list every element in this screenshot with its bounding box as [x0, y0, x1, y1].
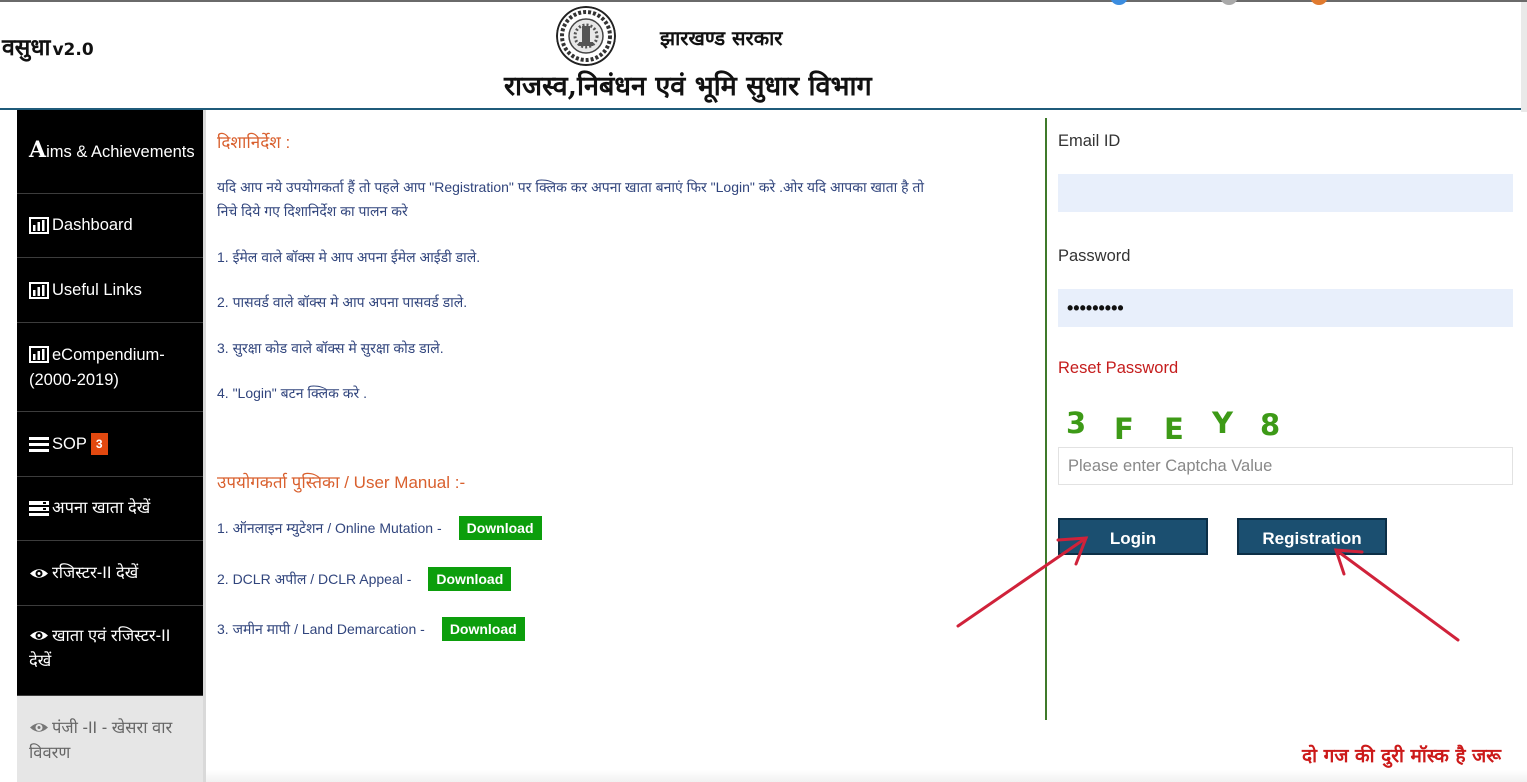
captcha-char: 3 [1066, 406, 1087, 440]
sidebar-border [203, 110, 206, 782]
brand-version: v2.0 [52, 40, 94, 60]
brand-logo[interactable]: वसुधा v2.0 [2, 30, 94, 62]
sidebar-item-register-ii[interactable]: रजिस्टर-II देखें [17, 541, 203, 606]
captcha-char: E [1164, 412, 1184, 446]
guidelines-title: दिशानिर्देश : [217, 133, 291, 152]
department-name: राजस्व,निबंधन एवं भूमि सुधार विभाग [504, 71, 872, 102]
captcha-placeholder: Please enter Captcha Value [1068, 457, 1273, 475]
guideline-step: 4. "Login" बटन क्लिक करे . [217, 385, 368, 401]
email-field[interactable] [1058, 174, 1513, 212]
sidebar: Aims & Achievements Dashboard Useful Lin… [17, 110, 203, 782]
sidebar-item-label: ims & Achievements [46, 143, 195, 161]
sidebar-item-label: Useful Links [52, 280, 142, 299]
captcha-input[interactable]: Please enter Captcha Value [1058, 447, 1513, 485]
guideline-step: 1. ईमेल वाले बॉक्स मे आप अपना ईमेल आईडी … [217, 249, 481, 265]
sidebar-item-apna-khata[interactable]: अपना खाता देखें [17, 477, 203, 541]
sidebar-item-label: Dashboard [52, 216, 133, 234]
page-scrollbar[interactable] [1521, 2, 1527, 112]
card-list-icon [29, 501, 49, 516]
top-icons-strip [1110, 0, 1350, 6]
download-land-demarcation-button[interactable]: Download [441, 617, 525, 641]
sidebar-item-ecompendium[interactable]: eCompendium-(2000-2019) [17, 323, 203, 412]
annotation-arrows [956, 536, 1460, 642]
password-value: ••••••••• [1067, 298, 1124, 318]
arrow-to-registration-icon [1334, 548, 1460, 642]
list-icon [29, 436, 49, 452]
sidebar-item-useful-links[interactable]: Useful Links [17, 258, 203, 323]
reset-password-link[interactable]: Reset Password [1058, 359, 1178, 378]
user-manual-title: उपयोगकर्ता पुस्तिका / User Manual :- [217, 473, 466, 492]
sidebar-item-khata-register-ii[interactable]: खाता एवं रजिस्टर-II देखें [17, 606, 203, 696]
password-label: Password [1058, 247, 1131, 265]
sidebar-item-aims-achievements[interactable]: Aims & Achievements [17, 110, 203, 194]
eye-icon [30, 630, 48, 640]
captcha-char: Y [1212, 406, 1233, 440]
sidebar-item-sop[interactable]: SOP 3 [17, 412, 203, 477]
manual-row-online-mutation: 1. ऑनलाइन म्युटेशन / Online Mutation - D… [217, 516, 542, 540]
sidebar-item-label: SOP [52, 434, 87, 453]
sidebar-item-label: eCompendium-(2000-2019) [29, 346, 165, 389]
government-name: झारखण्ड सरकार [660, 26, 783, 50]
manual-item-label: 1. ऑनलाइन म्युटेशन / Online Mutation - [217, 519, 442, 536]
download-online-mutation-button[interactable]: Download [458, 516, 542, 540]
page: वसुधा v2.0 झारखण्ड सरकार राजस्व,निबंधन एव… [0, 0, 1527, 782]
password-field[interactable]: ••••••••• [1058, 289, 1513, 327]
sidebar-item-label: खाता एवं रजिस्टर-II देखें [29, 627, 171, 670]
arrow-to-login-icon [956, 536, 1088, 628]
guideline-step: 2. पासवर्ड वाले बॉक्स मे आप अपना पासवर्ड… [217, 294, 468, 310]
bar-chart-icon [29, 281, 49, 299]
bar-chart-icon [29, 217, 49, 234]
bar-chart-icon [29, 345, 49, 363]
sidebar-item-label: पंजी -II - खेसरा वार विवरण [29, 719, 173, 762]
download-dclr-appeal-button[interactable]: Download [428, 567, 512, 591]
sidebar-item-label: रजिस्टर-II देखें [52, 563, 139, 582]
guidelines-intro-line-2: निचे दिये गए दिशानिर्देश का पालन करे [217, 203, 408, 219]
email-label: Email ID [1058, 132, 1121, 150]
sidebar-item-dashboard[interactable]: Dashboard [17, 194, 203, 258]
jharkhand-emblem-icon [556, 6, 616, 66]
manual-item-label: 2. DCLR अपील / DCLR Appeal - [217, 570, 412, 587]
captcha-char: 8 [1260, 408, 1281, 442]
aims-initial-letter: A [29, 137, 47, 163]
sidebar-gutter [0, 110, 17, 782]
site-header: वसुधा v2.0 झारखण्ड सरकार राजस्व,निबंधन एव… [0, 0, 1527, 112]
sidebar-item-label: अपना खाता देखें [52, 499, 151, 517]
guidelines-intro-line-1: यदि आप नये उपयोगकर्ता हैं तो पहले आप "Re… [217, 179, 925, 195]
eye-icon [30, 722, 48, 732]
captcha-char: F [1114, 412, 1134, 446]
sidebar-item-panji-khesra[interactable]: पंजी -II - खेसरा वार विवरण [17, 696, 203, 782]
marquee-notice: दो गज की दुरी मॉस्क है जरू [1302, 745, 1502, 767]
sop-count-badge: 3 [90, 433, 108, 455]
bottom-shade [206, 770, 1527, 782]
guideline-step: 3. सुरक्षा कोड वाले बॉक्स मे सुरक्षा कोड… [217, 340, 444, 356]
eye-icon [30, 568, 48, 578]
brand-name: वसुधा [2, 34, 51, 61]
manual-row-land-demarcation: 3. जमीन मापी / Land Demarcation - Downlo… [217, 617, 525, 641]
manual-item-label: 3. जमीन मापी / Land Demarcation - [217, 620, 425, 637]
manual-row-dclr-appeal: 2. DCLR अपील / DCLR Appeal - Download [217, 567, 512, 591]
